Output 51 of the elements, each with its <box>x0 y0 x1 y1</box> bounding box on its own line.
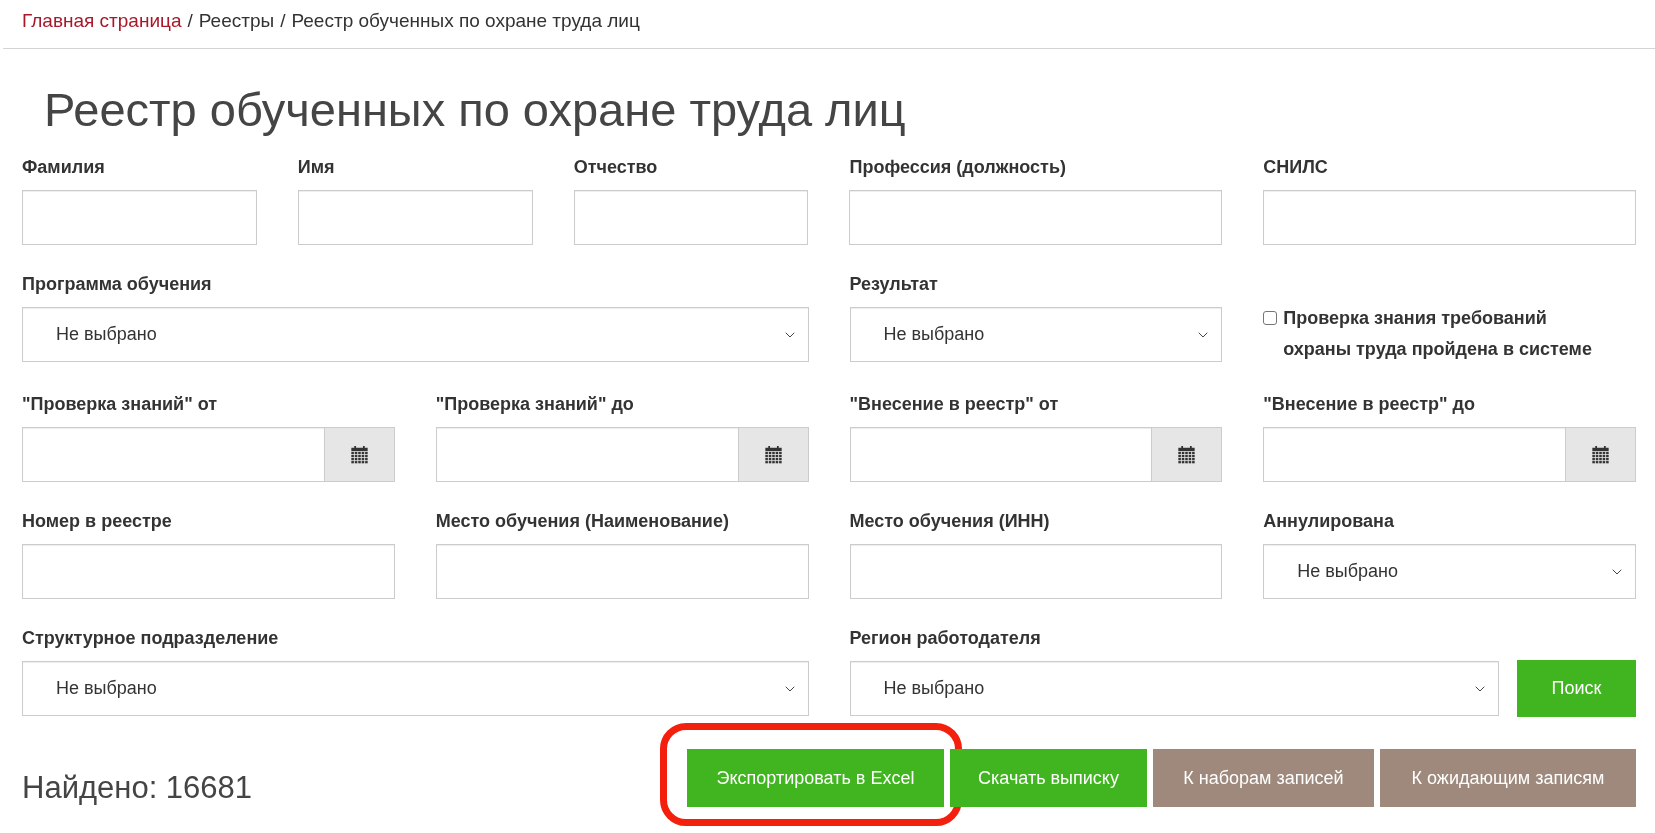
field-label: Место обучения (Наименование) <box>435 510 729 533</box>
field-label: Место обучения (ИНН) <box>849 510 1050 533</box>
text-input[interactable] <box>849 544 1223 599</box>
field-label: Отчество <box>573 156 658 179</box>
calendar-icon <box>764 445 782 464</box>
checkbox-label: Проверка знания требований охраны труда пройдена в системе <box>1283 307 1593 361</box>
field-label: "Проверка знаний" от <box>22 393 218 416</box>
field-label: Номер в реестре <box>22 510 172 533</box>
text-input[interactable] <box>22 544 395 599</box>
calendar-button[interactable] <box>738 427 809 482</box>
field-label: Программа обучения <box>22 273 212 296</box>
calendar-button[interactable] <box>1566 427 1636 482</box>
breadcrumb-separator: / <box>187 9 193 33</box>
breadcrumb-item: Реестры <box>198 9 275 33</box>
field-label: "Проверка знаний" до <box>435 393 634 416</box>
calendar-button[interactable] <box>324 427 395 482</box>
field-label: Структурное подразделение <box>22 627 279 650</box>
date-input[interactable] <box>849 427 1153 482</box>
field-label: "Внесение в реестр" от <box>849 393 1059 416</box>
field-label: "Внесение в реестр" до <box>1263 393 1476 416</box>
calendar-icon <box>350 445 368 464</box>
text-input[interactable] <box>22 190 257 245</box>
checkbox[interactable] <box>1263 311 1278 325</box>
text-input[interactable] <box>1263 190 1636 245</box>
field-label: СНИЛС <box>1263 156 1328 179</box>
field-label: Регион работодателя <box>849 627 1041 650</box>
text-input[interactable] <box>435 544 809 599</box>
field-label: Результат <box>849 273 938 296</box>
dropdown[interactable]: Не выбрано <box>1263 544 1636 599</box>
result-count: Найдено: 16681 <box>22 769 253 807</box>
page-title: Реестр обученных по охране труда лиц <box>44 83 906 137</box>
field-label: Аннулирована <box>1263 510 1394 533</box>
dropdown[interactable]: Не выбрано <box>849 307 1223 362</box>
breadcrumb-item: Реестр обученных по охране труда лиц <box>291 9 640 33</box>
field-label: Фамилия <box>22 156 105 179</box>
date-input[interactable] <box>22 427 325 482</box>
date-input[interactable] <box>1263 427 1566 482</box>
date-input[interactable] <box>435 427 739 482</box>
field-label: Профессия (должность) <box>849 156 1066 179</box>
calendar-icon <box>1592 445 1609 464</box>
field-label: Имя <box>297 156 335 179</box>
dropdown[interactable]: Не выбрано <box>22 307 809 362</box>
calendar-icon <box>1178 445 1196 464</box>
calendar-button[interactable] <box>1152 427 1223 482</box>
text-input[interactable] <box>573 190 809 245</box>
dropdown[interactable]: Не выбрано <box>849 661 1499 716</box>
text-input[interactable] <box>849 190 1223 245</box>
breadcrumb-separator: / <box>280 9 286 33</box>
breadcrumb-link[interactable]: Главная страница <box>22 9 182 33</box>
text-input[interactable] <box>297 190 533 245</box>
dropdown[interactable]: Не выбрано <box>22 661 809 716</box>
